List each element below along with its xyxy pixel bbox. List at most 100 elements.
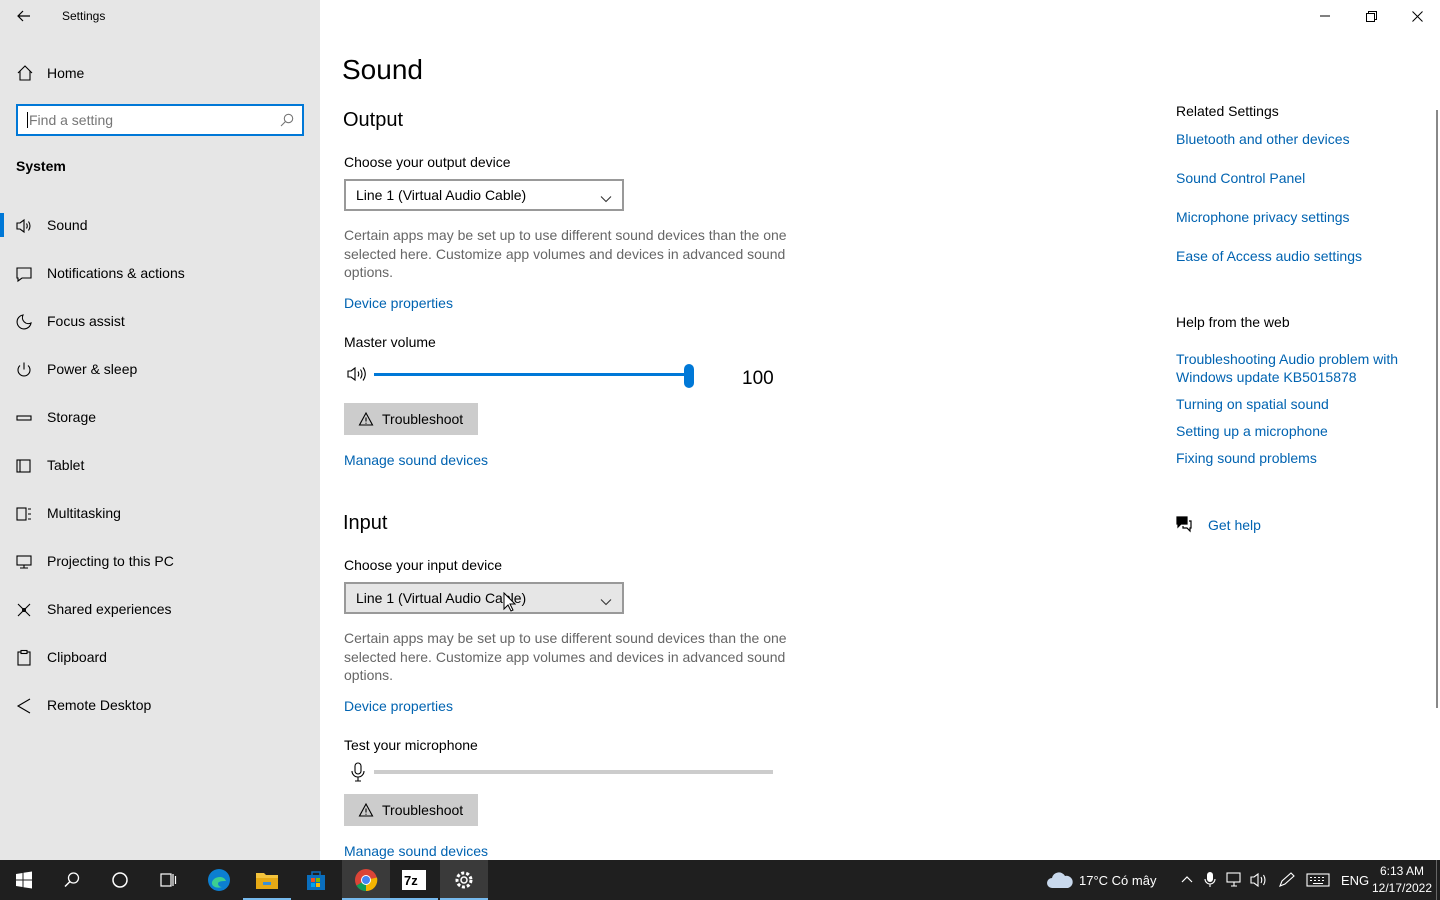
file-explorer-icon[interactable] (243, 860, 291, 900)
clock[interactable]: 6:13 AM 12/17/2022 (1370, 863, 1434, 897)
sidebar-item-remote-desktop[interactable]: Remote Desktop (0, 685, 320, 725)
cloud-weather-icon[interactable] (1046, 871, 1074, 894)
app-title: Settings (62, 9, 106, 23)
help-link-setting-up-microphone[interactable]: Setting up a microphone (1176, 422, 1416, 440)
restore-button[interactable] (1348, 0, 1394, 32)
power-icon (15, 361, 33, 379)
scrollbar[interactable] (1436, 110, 1438, 708)
sidebar-item-home[interactable]: Home (0, 58, 320, 88)
sidebar-item-label: Clipboard (47, 649, 107, 665)
sidebar-item-clipboard[interactable]: Clipboard (0, 637, 320, 677)
sidebar-item-label: Notifications & actions (47, 265, 185, 281)
sidebar-item-multitasking[interactable]: Multitasking (0, 493, 320, 533)
help-link-spatial-sound[interactable]: Turning on spatial sound (1176, 395, 1416, 413)
volume-speaker-icon[interactable] (346, 365, 368, 388)
search-input[interactable]: Find a setting (16, 104, 304, 136)
master-volume-value: 100 (742, 368, 774, 389)
search-placeholder: Find a setting (29, 112, 114, 128)
sidebar-item-label: Power & sleep (47, 361, 138, 377)
sidebar-item-label: Home (47, 65, 85, 81)
sidebar-item-label: Multitasking (47, 505, 121, 521)
related-settings-title: Related Settings (1176, 103, 1279, 119)
output-device-dropdown[interactable]: Line 1 (Virtual Audio Cable) (344, 179, 624, 211)
output-device-value: Line 1 (Virtual Audio Cable) (356, 187, 527, 203)
sidebar-item-label: Tablet (47, 457, 85, 473)
input-troubleshoot-button[interactable]: Troubleshoot (344, 794, 478, 826)
notifications-icon (15, 265, 33, 283)
language-indicator[interactable]: ENG (1341, 873, 1369, 888)
master-volume-slider-thumb[interactable] (684, 364, 694, 388)
related-link-sound-control-panel[interactable]: Sound Control Panel (1176, 169, 1416, 187)
chevron-down-icon (600, 593, 612, 611)
taskbar-search-button[interactable] (48, 860, 96, 900)
input-device-label: Choose your input device (344, 557, 502, 573)
troubleshoot-label: Troubleshoot (382, 802, 464, 818)
sidebar-item-power-sleep[interactable]: Power & sleep (0, 349, 320, 389)
touch-keyboard-icon[interactable] (1306, 873, 1330, 892)
tablet-icon (15, 457, 33, 475)
output-manage-sound-devices-link[interactable]: Manage sound devices (344, 452, 488, 468)
warning-icon (358, 411, 374, 432)
section-title: System (16, 158, 66, 174)
minimize-button[interactable] (1302, 0, 1348, 32)
input-description: Certain apps may be set up to use differ… (344, 630, 787, 683)
sidebar-item-focus-assist[interactable]: Focus assist (0, 301, 320, 341)
help-link-troubleshooting-audio[interactable]: Troubleshooting Audio problem with Windo… (1176, 350, 1426, 386)
7zip-icon[interactable]: 7z (390, 860, 438, 900)
text-caret (27, 112, 28, 128)
get-help-link[interactable]: Get help (1208, 516, 1308, 534)
page-title: Sound (342, 54, 423, 85)
input-manage-sound-devices-link[interactable]: Manage sound devices (344, 843, 488, 859)
network-icon[interactable] (1226, 872, 1244, 893)
microsoft-store-icon[interactable] (292, 860, 340, 900)
sidebar-item-storage[interactable]: Storage (0, 397, 320, 437)
output-device-label: Choose your output device (344, 154, 511, 170)
test-microphone-label: Test your microphone (344, 737, 478, 753)
home-icon (16, 64, 34, 87)
sidebar-item-shared-experiences[interactable]: Shared experiences (0, 589, 320, 629)
storage-icon (15, 409, 33, 427)
output-device-properties-link[interactable]: Device properties (344, 295, 453, 311)
master-volume-slider-track[interactable] (374, 373, 690, 376)
related-link-microphone-privacy[interactable]: Microphone privacy settings (1176, 208, 1416, 226)
related-link-ease-of-access-audio[interactable]: Ease of Access audio settings (1176, 247, 1416, 265)
microphone-level-bar (374, 770, 773, 774)
help-from-web-title: Help from the web (1176, 314, 1290, 330)
clock-date: 12/17/2022 (1371, 881, 1433, 895)
mouse-cursor-icon (503, 591, 517, 617)
sidebar-item-tablet[interactable]: Tablet (0, 445, 320, 485)
search-icon[interactable] (280, 113, 294, 132)
volume-icon[interactable] (1250, 872, 1268, 893)
taskbar: 7z 17°C Có mây ENG 6:13 AM 12/17/2022 (0, 860, 1440, 900)
sidebar-item-notifications[interactable]: Notifications & actions (0, 253, 320, 293)
sidebar-item-label: Remote Desktop (47, 697, 152, 713)
input-device-value: Line 1 (Virtual Audio Cable) (356, 590, 527, 606)
start-button[interactable] (0, 860, 48, 900)
chevron-up-icon[interactable] (1180, 872, 1194, 891)
output-troubleshoot-button[interactable]: Troubleshoot (344, 403, 478, 435)
input-device-dropdown[interactable]: Line 1 (Virtual Audio Cable) (344, 582, 624, 614)
help-link-fixing-sound[interactable]: Fixing sound problems (1176, 449, 1416, 467)
show-desktop-button[interactable] (1436, 860, 1437, 900)
chrome-browser-icon[interactable] (342, 860, 390, 900)
edge-browser-icon[interactable] (195, 860, 243, 900)
tray-microphone-icon[interactable] (1203, 871, 1217, 894)
svg-text:7z: 7z (404, 873, 418, 888)
task-view-button[interactable] (144, 860, 192, 900)
speaker-icon (15, 217, 33, 235)
related-link-bluetooth[interactable]: Bluetooth and other devices (1176, 130, 1416, 148)
close-button[interactable] (1394, 0, 1440, 32)
cortana-button[interactable] (96, 860, 144, 900)
remote-desktop-icon (15, 697, 33, 715)
back-arrow-icon[interactable] (12, 4, 36, 28)
sidebar-item-sound[interactable]: Sound (0, 205, 320, 245)
sidebar-item-label: Focus assist (47, 313, 125, 329)
settings-app-icon[interactable] (440, 860, 488, 900)
weather-text[interactable]: 17°C Có mây (1079, 873, 1156, 888)
master-volume-label: Master volume (344, 334, 436, 350)
input-device-properties-link[interactable]: Device properties (344, 698, 453, 714)
sidebar-item-projecting[interactable]: Projecting to this PC (0, 541, 320, 581)
get-help-icon (1175, 515, 1193, 538)
pen-ink-icon[interactable] (1278, 872, 1296, 893)
sidebar-item-label: Sound (47, 217, 88, 233)
